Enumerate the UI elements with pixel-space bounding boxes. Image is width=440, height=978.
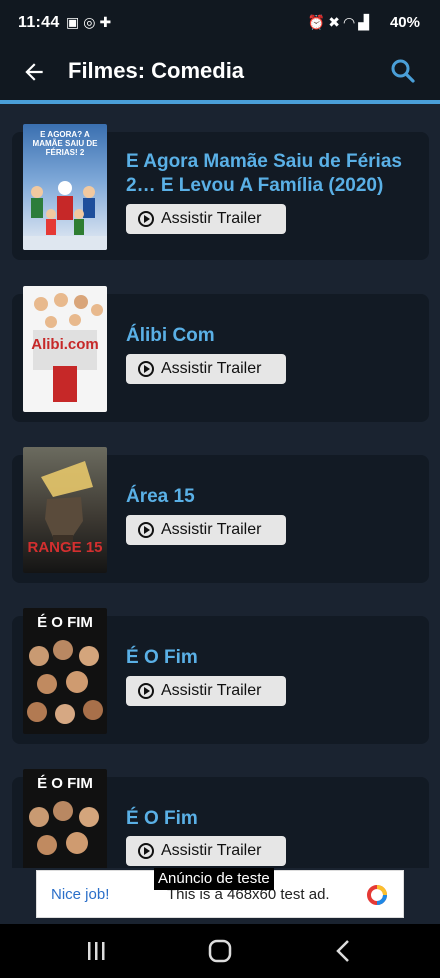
movie-poster[interactable]: É O FIM bbox=[23, 608, 107, 734]
puzzle-icon: ✚ bbox=[99, 14, 116, 30]
play-icon bbox=[138, 843, 154, 859]
watch-trailer-button[interactable]: Assistir Trailer bbox=[126, 354, 286, 384]
poster-text: É O FIM bbox=[37, 775, 93, 792]
button-label: Assistir Trailer bbox=[161, 682, 262, 699]
movie-card[interactable]: Alibi.com Álibi Com Assistir Trailer bbox=[12, 286, 429, 422]
poster-text: RANGE 15 bbox=[27, 539, 103, 556]
poster-text: Alibi.com bbox=[31, 336, 99, 353]
notification-icons: ▣◎✚ bbox=[66, 14, 115, 31]
recents-icon[interactable] bbox=[76, 936, 116, 966]
button-label: Assistir Trailer bbox=[161, 210, 262, 227]
app-bar: Filmes: Comedia bbox=[0, 48, 440, 100]
status-time: 11:44 bbox=[18, 14, 60, 31]
movie-card[interactable]: E AGORA? A MAMÃE SAIU DE FÉRIAS! 2 E Ago… bbox=[12, 124, 429, 260]
movie-title[interactable]: É O Fim bbox=[126, 646, 416, 670]
battery-level: 40% bbox=[389, 14, 420, 31]
watch-trailer-button[interactable]: Assistir Trailer bbox=[126, 836, 286, 866]
movie-card[interactable]: É O FIM É O Fim Assistir Trailer bbox=[12, 769, 429, 868]
play-icon bbox=[138, 211, 154, 227]
wifi-icon: ◠ bbox=[343, 14, 359, 30]
movie-card[interactable]: RANGE 15 Área 15 Assistir Trailer bbox=[12, 447, 429, 583]
back-nav-icon[interactable] bbox=[324, 936, 364, 966]
mute-icon: ✖ bbox=[328, 14, 343, 30]
movie-poster[interactable]: Alibi.com bbox=[23, 286, 107, 412]
adchoices-icon[interactable] bbox=[365, 883, 389, 907]
button-label: Assistir Trailer bbox=[161, 521, 262, 538]
movie-title[interactable]: Área 15 bbox=[126, 485, 416, 509]
movie-title[interactable]: Álibi Com bbox=[126, 324, 416, 348]
movie-title[interactable]: E Agora Mamãe Saiu de Férias 2… E Levou … bbox=[126, 150, 416, 198]
home-icon[interactable] bbox=[200, 936, 240, 966]
system-icons: ⏰✖◠▟ bbox=[308, 14, 372, 31]
status-bar: 11:44 ▣◎✚ ⏰✖◠▟ 40% bbox=[0, 0, 440, 48]
movie-poster[interactable]: RANGE 15 bbox=[23, 447, 107, 573]
alarm-icon: ⏰ bbox=[307, 14, 329, 30]
system-nav-bar bbox=[0, 924, 440, 978]
movie-poster[interactable]: É O FIM bbox=[23, 769, 107, 868]
test-ad-tooltip: Anúncio de teste bbox=[154, 868, 274, 890]
back-arrow-icon[interactable] bbox=[18, 54, 50, 90]
play-icon bbox=[138, 361, 154, 377]
movie-card[interactable]: É O FIM É O Fim Assistir Trailer bbox=[12, 608, 429, 744]
signal-icon: ▟ bbox=[358, 14, 372, 30]
ad-label: Nice job! bbox=[51, 886, 110, 903]
watch-trailer-button[interactable]: Assistir Trailer bbox=[126, 515, 286, 545]
watch-trailer-button[interactable]: Assistir Trailer bbox=[126, 204, 286, 234]
whatsapp-icon: ◎ bbox=[83, 14, 100, 30]
image-icon: ▣ bbox=[66, 14, 84, 30]
movie-list[interactable]: E AGORA? A MAMÃE SAIU DE FÉRIAS! 2 E Ago… bbox=[0, 104, 440, 868]
button-label: Assistir Trailer bbox=[161, 842, 262, 859]
poster-text: É O FIM bbox=[37, 614, 93, 631]
movie-title[interactable]: É O Fim bbox=[126, 807, 416, 831]
page-title: Filmes: Comedia bbox=[68, 58, 245, 83]
poster-text: E AGORA? A MAMÃE SAIU DE FÉRIAS! 2 bbox=[32, 130, 98, 157]
play-icon bbox=[138, 522, 154, 538]
search-icon[interactable] bbox=[388, 56, 418, 86]
button-label: Assistir Trailer bbox=[161, 360, 262, 377]
movie-poster[interactable]: E AGORA? A MAMÃE SAIU DE FÉRIAS! 2 bbox=[23, 124, 107, 250]
watch-trailer-button[interactable]: Assistir Trailer bbox=[126, 676, 286, 706]
play-icon bbox=[138, 683, 154, 699]
